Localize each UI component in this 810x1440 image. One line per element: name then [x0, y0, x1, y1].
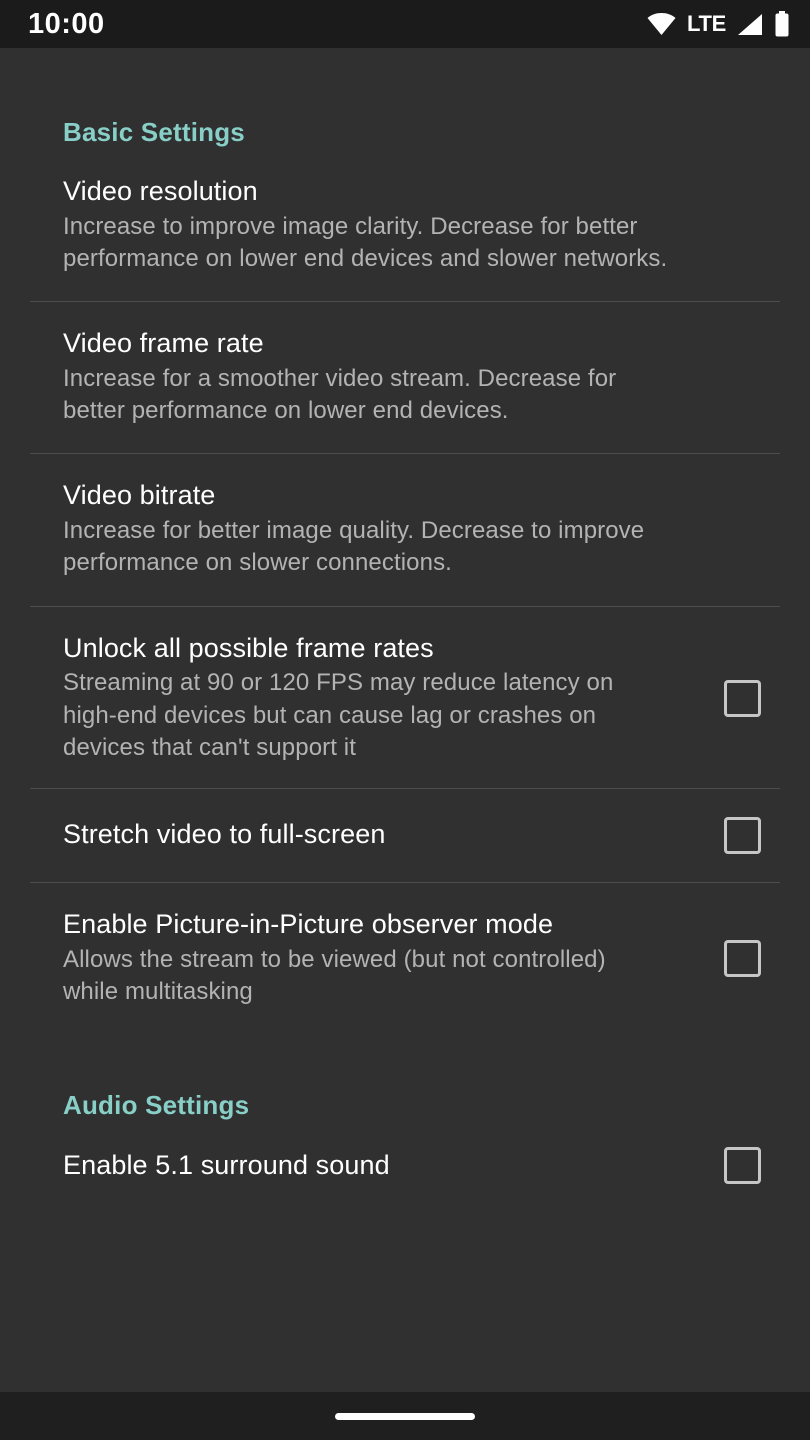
setting-title: Video bitrate	[63, 480, 216, 511]
setting-summary: Increase for better image quality. Decre…	[63, 517, 645, 577]
setting-row-stretch-video-fullscreen[interactable]: Stretch video to full-screen	[0, 789, 810, 882]
section-header-audio-settings: Audio Settings	[63, 1090, 250, 1121]
setting-title: Video resolution	[63, 176, 258, 206]
signal-icon	[737, 13, 763, 36]
setting-row-unlock-all-frame-rates[interactable]: Unlock all possible frame rates Streamin…	[0, 607, 810, 788]
checkbox-unlock-all-frame-rates[interactable]	[724, 679, 761, 717]
setting-title: Unlock all possible frame rates	[63, 632, 434, 663]
setting-title: Video frame rate	[63, 328, 264, 359]
wifi-icon	[647, 12, 676, 36]
setting-summary: Increase for a smoother video stream. De…	[63, 365, 617, 425]
setting-row-video-bitrate[interactable]: Video bitrate Increase for better image …	[0, 454, 810, 605]
home-gesture-pill[interactable]	[335, 1412, 475, 1420]
settings-scroll-container[interactable]: Basic Settings Video resolution Increase…	[0, 48, 810, 1392]
checkbox-stretch-video-fullscreen[interactable]	[724, 816, 761, 854]
setting-text-block: Unlock all possible frame rates Streamin…	[63, 633, 724, 764]
setting-text-block: Video resolution Increase to improve ima…	[63, 176, 780, 275]
section-header-basic-settings: Basic Settings	[63, 117, 245, 147]
setting-row-surround-sound[interactable]: Enable 5.1 surround sound	[0, 1121, 810, 1194]
setting-row-video-frame-rate[interactable]: Video frame rate Increase for a smoother…	[0, 302, 810, 453]
status-bar: 10:00 LTE	[0, 0, 810, 48]
battery-icon	[774, 11, 790, 37]
setting-text-block: Video frame rate Increase for a smoother…	[63, 328, 780, 427]
status-bar-clock: 10:00	[28, 7, 105, 40]
setting-title: Stretch video to full-screen	[63, 819, 386, 850]
settings-screen: 10:00 LTE Basic Settings Video resolutio…	[0, 0, 810, 1440]
navigation-bar	[0, 1392, 810, 1440]
setting-title: Enable Picture-in-Picture observer mode	[63, 908, 554, 939]
setting-text-block: Stretch video to full-screen	[63, 819, 724, 851]
setting-text-block: Enable Picture-in-Picture observer mode …	[63, 909, 724, 1008]
setting-summary: Allows the stream to be viewed (but not …	[63, 945, 606, 1005]
setting-text-block: Enable 5.1 surround sound	[63, 1150, 724, 1182]
checkbox-surround-sound[interactable]	[724, 1147, 761, 1185]
setting-summary: Increase to improve image clarity. Decre…	[63, 212, 668, 273]
setting-title: Enable 5.1 surround sound	[63, 1149, 390, 1180]
checkbox-picture-in-picture[interactable]	[724, 939, 761, 977]
setting-summary: Streaming at 90 or 120 FPS may reduce la…	[63, 669, 614, 761]
setting-row-video-resolution[interactable]: Video resolution Increase to improve ima…	[0, 148, 810, 301]
status-bar-icons: LTE	[647, 11, 790, 37]
network-type-label: LTE	[686, 11, 726, 36]
setting-row-picture-in-picture[interactable]: Enable Picture-in-Picture observer mode …	[0, 883, 810, 1034]
setting-text-block: Video bitrate Increase for better image …	[63, 480, 780, 579]
